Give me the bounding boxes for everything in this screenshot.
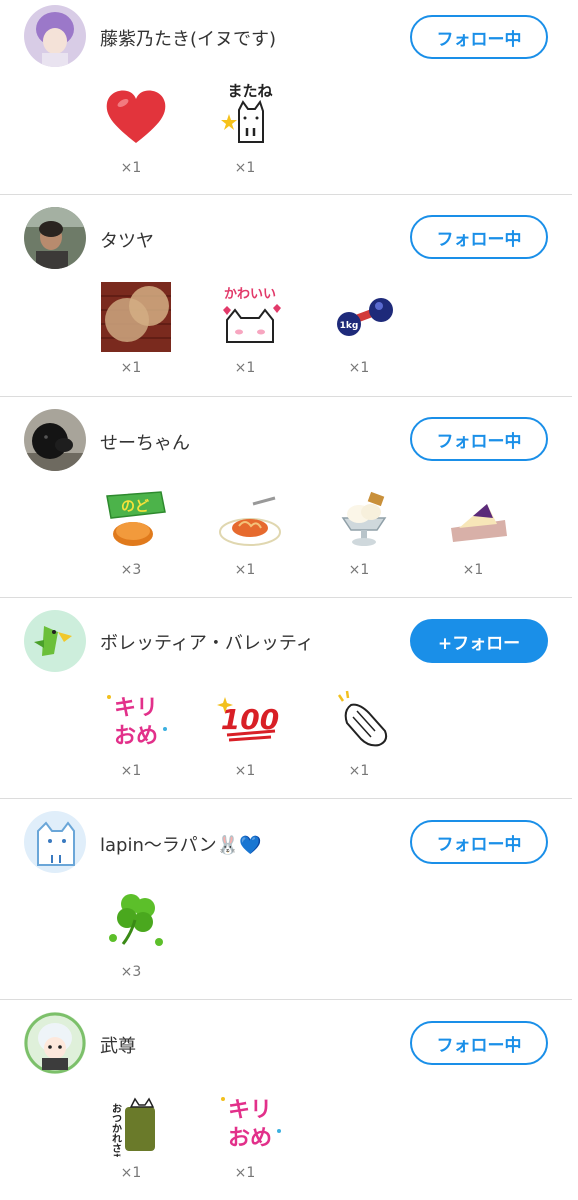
gift-count: ×1	[348, 763, 370, 779]
dumbbell-sticker-icon: 1kg	[329, 282, 399, 352]
avatar[interactable]	[24, 610, 86, 672]
sticker-text: 1kg	[340, 321, 359, 331]
gift-count: ×1	[234, 763, 256, 779]
sticker-text-top: キリ	[228, 1098, 272, 1123]
gift-count: ×3	[120, 562, 142, 578]
gift-count: ×1	[120, 360, 142, 376]
gift-item: ×1	[324, 484, 404, 584]
gift-count: ×1	[120, 1165, 142, 1181]
gift-item: ×1	[438, 484, 518, 584]
gift-item: のど ×3	[96, 484, 176, 584]
sticker-text: おつかれさま	[110, 1103, 122, 1157]
otsukaresama-sticker-icon: おつかれさま	[101, 1087, 171, 1157]
gift-item: かわいい ×1	[210, 282, 290, 382]
gift-item: キリ おめ ×1	[96, 685, 176, 785]
gift-count: ×1	[462, 562, 484, 578]
sticker-text-bottom: おめ	[114, 724, 158, 749]
pasta-sticker-icon	[215, 484, 285, 554]
gift-count: ×1	[234, 360, 256, 376]
gift-count: ×1	[120, 763, 142, 779]
matane-cat-sticker-icon: またね	[215, 82, 285, 152]
gift-count: ×3	[120, 964, 142, 980]
gift-item: またね ×1	[210, 82, 290, 182]
kawaii-cat-sticker-icon: かわいい	[215, 282, 285, 352]
clap-hands-sticker-icon	[329, 685, 399, 755]
gift-item: 1kg ×1	[324, 282, 404, 382]
avatar[interactable]	[24, 409, 86, 471]
following-button[interactable]: フォロー中	[410, 215, 548, 259]
gift-count: ×1	[348, 360, 370, 376]
sticker-text: かわいい	[224, 287, 276, 302]
ice-cream-sticker-icon	[329, 484, 399, 554]
brick-pattern-sticker-icon	[101, 282, 171, 352]
gift-count: ×1	[234, 160, 256, 176]
gift-item: ×3	[96, 886, 176, 986]
sticker-text: のど	[121, 499, 149, 515]
gift-sender-list: 藤紫乃たき(イヌです) フォロー中 ×1 またね ×1 タツヤ フォロー中 ×1…	[0, 0, 578, 1200]
sticker-text: またね	[227, 82, 272, 100]
hundred-sticker-icon: 100	[215, 685, 285, 755]
username[interactable]: 藤紫乃たき(イヌです)	[100, 25, 276, 51]
gift-item: ×1	[96, 82, 176, 182]
gift-item: ×1	[210, 484, 290, 584]
gift-item: ×1	[96, 282, 176, 382]
following-button[interactable]: フォロー中	[410, 417, 548, 461]
gift-count: ×1	[234, 562, 256, 578]
following-button[interactable]: フォロー中	[410, 1021, 548, 1065]
follow-button[interactable]: +フォロー	[410, 619, 548, 663]
following-button[interactable]: フォロー中	[410, 15, 548, 59]
sticker-text-bottom: おめ	[228, 1126, 272, 1151]
gift-count: ×1	[234, 1165, 256, 1181]
gift-count: ×1	[120, 160, 142, 176]
username[interactable]: ボレッティア・バレッティ	[100, 629, 314, 655]
following-button[interactable]: フォロー中	[410, 820, 548, 864]
gift-item: 100 ×1	[210, 685, 290, 785]
kiriome-sticker-icon: キリ おめ	[101, 685, 171, 755]
sandwich-sticker-icon	[443, 484, 513, 554]
divider	[0, 194, 572, 195]
gift-item: おつかれさま ×1	[96, 1087, 176, 1187]
clover-sticker-icon	[101, 886, 171, 956]
divider	[0, 597, 572, 598]
avatar[interactable]	[24, 207, 86, 269]
avatar[interactable]	[24, 1012, 86, 1074]
divider	[0, 798, 572, 799]
divider	[0, 396, 572, 397]
kiriome-sticker-icon: キリ おめ	[215, 1087, 285, 1157]
username[interactable]: lapin〜ラパン🐰💙	[100, 831, 261, 857]
nodo-candy-sticker-icon: のど	[101, 484, 171, 554]
gift-item: キリ おめ ×1	[210, 1087, 290, 1187]
username[interactable]: せーちゃん	[100, 429, 190, 455]
avatar[interactable]	[24, 811, 86, 873]
divider	[0, 999, 572, 1000]
heart-sticker-icon	[101, 82, 171, 152]
sticker-text-top: キリ	[114, 696, 158, 721]
username[interactable]: タツヤ	[100, 227, 154, 253]
username[interactable]: 武尊	[100, 1032, 136, 1058]
avatar[interactable]	[24, 5, 86, 67]
gift-count: ×1	[348, 562, 370, 578]
gift-item: ×1	[324, 685, 404, 785]
